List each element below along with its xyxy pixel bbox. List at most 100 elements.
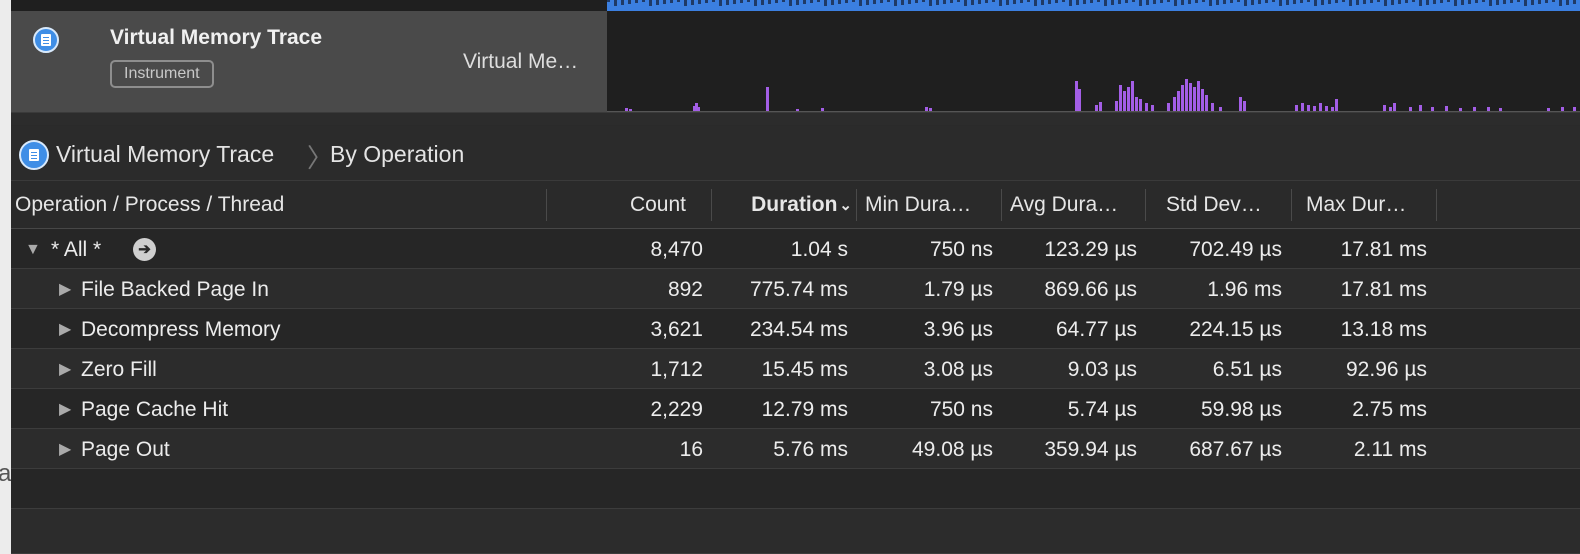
row-name: File Backed Page In: [81, 278, 269, 301]
empty-table-row: [11, 469, 1580, 509]
track-activity-graph[interactable]: [607, 0, 1580, 124]
activity-bar: [1135, 97, 1138, 111]
activity-bar: [1393, 103, 1396, 111]
instrument-doc-icon: [33, 27, 59, 53]
row-min-duration: 49.08 µs: [912, 438, 993, 461]
row-max-duration: 17.81 ms: [1340, 278, 1427, 301]
row-count: 892: [667, 278, 703, 301]
row-avg-duration: 869.66 µs: [1044, 278, 1137, 301]
track-title: Virtual Memory Trace: [110, 26, 323, 49]
table-row[interactable]: ▶ File Backed Page In 892 775.74 ms 1.79…: [11, 269, 1580, 309]
activity-bar: [1099, 102, 1102, 111]
column-header-operation[interactable]: Operation / Process / Thread: [15, 181, 545, 228]
table-header: Operation / Process / Thread Count Durat…: [11, 181, 1580, 229]
disclosure-collapsed-icon[interactable]: ▶: [59, 349, 71, 388]
row-duration: 775.74 ms: [749, 278, 848, 301]
row-count: 3,621: [650, 318, 703, 341]
row-min-duration: 1.79 µs: [923, 278, 993, 301]
operations-table: Operation / Process / Thread Count Durat…: [11, 181, 1580, 554]
breadcrumb: Virtual Memory Trace 〉 By Operation: [11, 126, 1580, 181]
row-std-dev: 59.98 µs: [1201, 398, 1282, 421]
row-max-duration: 2.75 ms: [1352, 398, 1427, 421]
table-row[interactable]: ▶ Page Cache Hit 2,229 12.79 ms 750 ns 5…: [11, 389, 1580, 429]
row-min-duration: 750 ns: [929, 238, 993, 261]
disclosure-expanded-icon[interactable]: ▼: [25, 229, 41, 268]
row-avg-duration: 5.74 µs: [1067, 398, 1137, 421]
activity-bar: [1078, 89, 1081, 111]
activity-bar: [1335, 99, 1338, 111]
column-header-duration[interactable]: Duration ⌄: [712, 181, 857, 228]
activity-bar: [1167, 103, 1170, 111]
row-avg-duration: 9.03 µs: [1067, 358, 1137, 381]
row-std-dev: 6.51 µs: [1212, 358, 1282, 381]
row-avg-duration: 64.77 µs: [1056, 318, 1137, 341]
row-min-duration: 3.08 µs: [923, 358, 993, 381]
activity-bar: [1185, 79, 1188, 111]
activity-bar: [1119, 85, 1122, 111]
row-avg-duration: 123.29 µs: [1044, 238, 1137, 261]
instrument-badge: Instrument: [110, 60, 214, 88]
track-header[interactable]: Virtual Memory Trace Instrument Virtual …: [11, 11, 607, 112]
activity-bar: [1139, 99, 1142, 111]
activity-bar: [1193, 87, 1196, 111]
row-min-duration: 3.96 µs: [923, 318, 993, 341]
column-header-std-dev[interactable]: Std Dev…: [1146, 181, 1291, 228]
row-duration: 234.54 ms: [749, 318, 848, 341]
instrument-track-row[interactable]: Virtual Memory Trace Instrument Virtual …: [11, 0, 1580, 124]
activity-bar: [766, 87, 769, 111]
activity-bar: [1239, 97, 1242, 111]
row-duration: 15.45 ms: [761, 358, 848, 381]
table-row[interactable]: ▶ Page Out 16 5.76 ms 49.08 µs 359.94 µs…: [11, 429, 1580, 469]
row-name: Page Cache Hit: [81, 398, 229, 421]
activity-bar: [1115, 101, 1118, 111]
row-duration: 1.04 s: [790, 238, 848, 261]
row-duration: 12.79 ms: [761, 398, 848, 421]
table-row[interactable]: ▶ Zero Fill 1,712 15.45 ms 3.08 µs 9.03 …: [11, 349, 1580, 389]
row-max-duration: 17.81 ms: [1340, 238, 1427, 261]
table-row[interactable]: ▶ Decompress Memory 3,621 234.54 ms 3.96…: [11, 309, 1580, 349]
column-header-max-duration[interactable]: Max Dur…: [1292, 181, 1437, 228]
activity-bar: [1197, 81, 1200, 111]
disclosure-collapsed-icon[interactable]: ▶: [59, 309, 71, 348]
column-divider[interactable]: [1436, 189, 1437, 221]
activity-bar: [1301, 103, 1304, 111]
row-name: Page Out: [81, 438, 170, 461]
empty-table-row: [11, 509, 1580, 554]
table-row[interactable]: ▼ * All * ➔ 8,470 1.04 s 750 ns 123.29 µ…: [11, 229, 1580, 269]
navigate-arrow-icon[interactable]: ➔: [133, 238, 156, 261]
column-header-count[interactable]: Count: [547, 181, 711, 228]
activity-bar: [1319, 103, 1322, 111]
activity-bar: [1201, 89, 1204, 111]
instrument-doc-icon: [19, 140, 49, 170]
disclosure-collapsed-icon[interactable]: ▶: [59, 429, 71, 468]
row-count: 1,712: [650, 358, 703, 381]
activity-bar: [1189, 83, 1192, 111]
activity-bar: [1211, 103, 1214, 111]
row-min-duration: 750 ns: [929, 398, 993, 421]
row-std-dev: 687.67 µs: [1189, 438, 1282, 461]
activity-bar: [1123, 91, 1126, 111]
row-std-dev: 1.96 ms: [1207, 278, 1282, 301]
row-count: 8,470: [650, 238, 703, 261]
disclosure-collapsed-icon[interactable]: ▶: [59, 269, 71, 308]
row-max-duration: 2.11 ms: [1353, 438, 1427, 461]
column-header-avg-duration[interactable]: Avg Dura…: [1002, 181, 1146, 228]
row-avg-duration: 359.94 µs: [1044, 438, 1137, 461]
row-std-dev: 702.49 µs: [1189, 238, 1282, 261]
row-max-duration: 92.96 µs: [1346, 358, 1427, 381]
row-name: * All *: [51, 238, 102, 261]
breadcrumb-item-view[interactable]: By Operation: [330, 141, 464, 168]
row-max-duration: 13.18 ms: [1340, 318, 1427, 341]
column-header-min-duration[interactable]: Min Dura…: [857, 181, 1001, 228]
track-label: Virtual Me…: [463, 50, 579, 73]
disclosure-collapsed-icon[interactable]: ▶: [59, 389, 71, 428]
background-window-edge: a: [0, 0, 11, 554]
row-name: Decompress Memory: [81, 318, 281, 341]
activity-bar: [1181, 85, 1184, 111]
breadcrumb-item-instrument[interactable]: Virtual Memory Trace: [56, 141, 274, 168]
row-name: Zero Fill: [81, 358, 157, 381]
activity-bar: [1075, 81, 1078, 111]
pane-divider[interactable]: [11, 112, 1580, 125]
sort-descending-icon: ⌄: [839, 197, 852, 214]
activity-bar: [1145, 103, 1148, 111]
